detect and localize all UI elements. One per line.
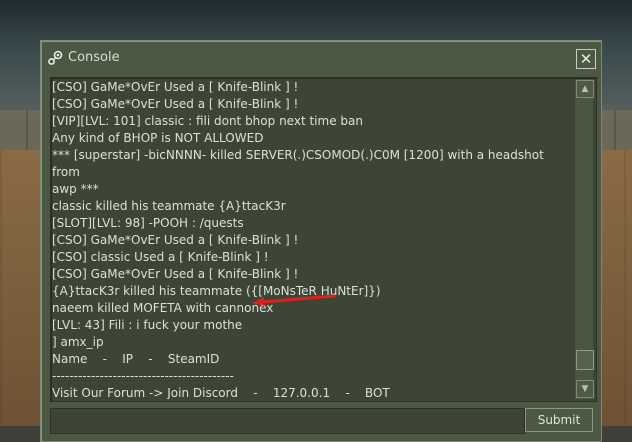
console-title: Console	[68, 50, 120, 65]
triangle-down-icon: ▼	[581, 384, 589, 394]
steam-icon	[48, 50, 63, 65]
close-icon: ✕	[579, 50, 593, 68]
submit-button[interactable]: Submit	[525, 408, 593, 432]
triangle-up-icon: ▲	[581, 84, 589, 94]
console-line: [CSO] GaMe*OvEr Used a [ Knife-Blink ] !	[52, 80, 299, 94]
console-line: [LVL: 43] Fili : i fuck your mothe	[52, 318, 243, 332]
scroll-thumb[interactable]	[576, 350, 594, 370]
command-input[interactable]	[50, 408, 525, 434]
console-output: [CSO] GaMe*OvEr Used a [ Knife-Blink ] !…	[50, 77, 597, 402]
scrollbar[interactable]: ▲ ▼	[575, 79, 594, 399]
console-line: classic killed his teammate {A}ttacK3r	[52, 199, 286, 213]
scroll-up-button[interactable]: ▲	[576, 80, 594, 98]
console-log: [CSO] GaMe*OvEr Used a [ Knife-Blink ] !…	[52, 79, 574, 399]
console-line: [VIP][LVL: 101] classic : fili dont bhop…	[52, 114, 363, 128]
close-button[interactable]: ✕	[576, 49, 596, 69]
console-line: awp ***	[52, 182, 99, 196]
console-line: [CSO] GaMe*OvEr Used a [ Knife-Blink ] !	[52, 97, 299, 111]
scroll-down-button[interactable]: ▼	[576, 380, 594, 398]
console-line: Any kind of BHOP is NOT ALLOWED	[52, 131, 264, 145]
console-line: Visit Our Forum -> Join Discord - 127.0.…	[52, 386, 390, 399]
console-line: [CSO] GaMe*OvEr Used a [ Knife-Blink ] !	[52, 233, 299, 247]
console-line: [CSO] GaMe*OvEr Used a [ Knife-Blink ] !	[52, 267, 299, 281]
console-line: [CSO] classic Used a [ Knife-Blink ] !	[52, 250, 269, 264]
console-line: Name - IP - SteamID	[52, 352, 220, 366]
console-line: ] amx_ip	[52, 335, 104, 349]
console-titlebar[interactable]: Console ✕	[41, 41, 601, 75]
console-line: [SLOT][LVL: 98] -POOH : /quests	[52, 216, 244, 230]
console-window: Console ✕ [CSO] GaMe*OvEr Used a [ Knife…	[40, 40, 602, 442]
console-line: ----------------------------------------…	[52, 369, 234, 383]
console-line: *** [superstar] -bicNNNN- killed SERVER(…	[52, 148, 548, 179]
red-arrow-annotation	[252, 294, 336, 306]
